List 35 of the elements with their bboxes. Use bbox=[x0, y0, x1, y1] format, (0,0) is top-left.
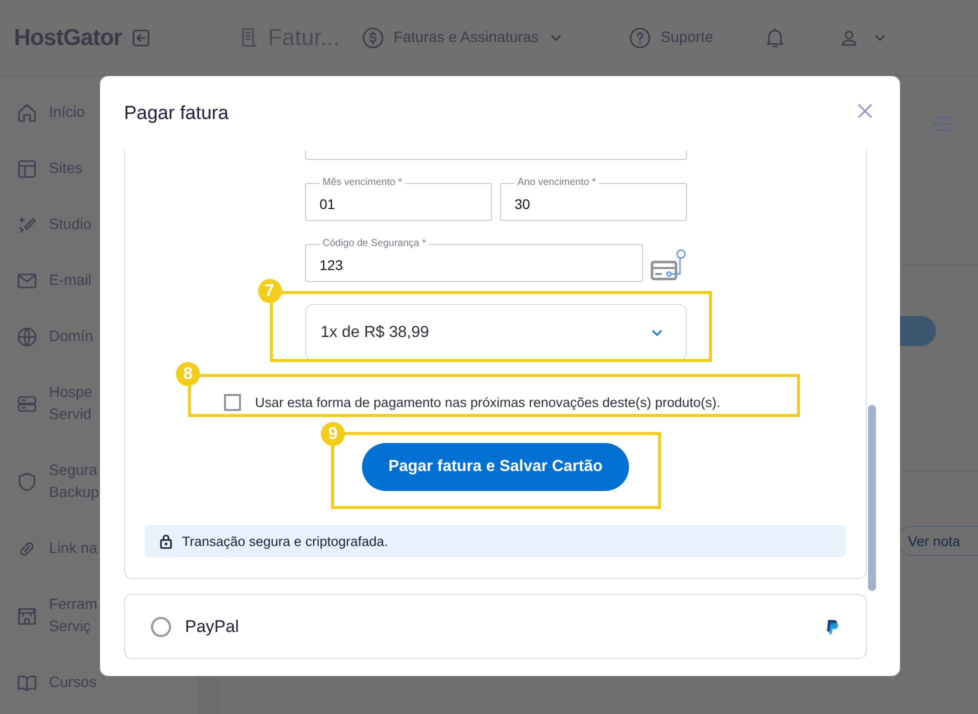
paypal-logo-icon bbox=[825, 618, 839, 634]
server-icon bbox=[16, 393, 38, 415]
shield-icon bbox=[16, 471, 38, 493]
annotation-marker: 7 bbox=[258, 279, 282, 303]
dialog-title: Pagar fatura bbox=[124, 103, 229, 125]
collapse-icon[interactable] bbox=[132, 28, 150, 46]
field-label: Ano vencimento * bbox=[516, 177, 597, 189]
layout-icon bbox=[16, 158, 38, 180]
user-menu[interactable] bbox=[839, 28, 888, 48]
field-label: Mês vencimento * bbox=[322, 177, 403, 189]
annotation-marker: 9 bbox=[321, 422, 345, 446]
input-field[interactable]: Ano vencimento * 30 bbox=[500, 177, 686, 221]
checkbox-label: Usar esta forma de pagamento nas próximas renovações deste(s) produto(s). bbox=[255, 394, 720, 410]
annotation-marker: 8 bbox=[176, 362, 200, 386]
help-icon bbox=[628, 26, 651, 48]
dollar-icon bbox=[362, 26, 384, 48]
input-field[interactable] bbox=[304, 150, 686, 160]
installment-dropdown[interactable]: 1x de R$ 38,99 bbox=[304, 304, 686, 361]
document-icon bbox=[240, 26, 258, 48]
bell-icon[interactable] bbox=[765, 26, 786, 48]
pay-button[interactable]: Pagar fatura e Salvar Cartão bbox=[362, 443, 629, 491]
checkbox[interactable] bbox=[224, 394, 241, 410]
scrollbar[interactable] bbox=[868, 405, 876, 591]
storefront-icon bbox=[16, 605, 38, 627]
lock-icon bbox=[159, 533, 173, 549]
home-icon bbox=[16, 102, 38, 124]
radio-button[interactable] bbox=[151, 616, 171, 636]
payment-option[interactable]: PayPal bbox=[124, 594, 867, 659]
input-field[interactable]: Código de Segurança * 123 bbox=[304, 238, 642, 282]
user-icon bbox=[839, 28, 860, 48]
field-label: Código de Segurança * bbox=[322, 238, 427, 250]
input-field[interactable]: Mês vencimento * 01 bbox=[304, 177, 492, 221]
notice-text: Transação segura e criptografada. bbox=[182, 534, 388, 548]
globe-icon bbox=[16, 326, 38, 348]
close-icon[interactable] bbox=[858, 104, 872, 118]
